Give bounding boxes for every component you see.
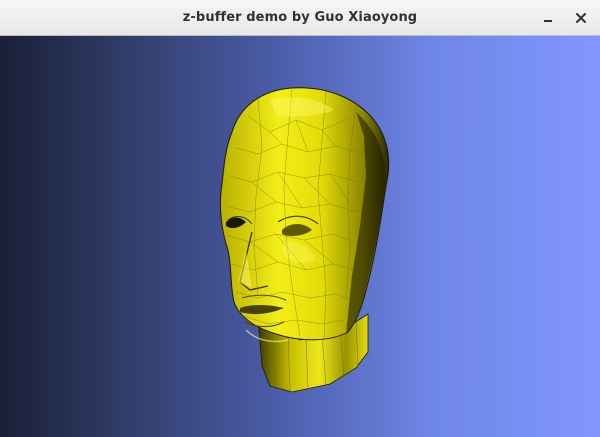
head-mesh xyxy=(219,87,390,393)
minimize-icon xyxy=(544,20,552,22)
close-icon xyxy=(576,13,586,23)
close-button[interactable] xyxy=(569,6,593,30)
window-title: z-buffer demo by Guo Xiaoyong xyxy=(182,10,418,25)
app-window: z-buffer demo by Guo Xiaoyong xyxy=(0,0,600,437)
title-bar[interactable]: z-buffer demo by Guo Xiaoyong xyxy=(0,0,600,36)
render-canvas[interactable] xyxy=(0,36,600,437)
minimize-button[interactable] xyxy=(536,6,560,30)
